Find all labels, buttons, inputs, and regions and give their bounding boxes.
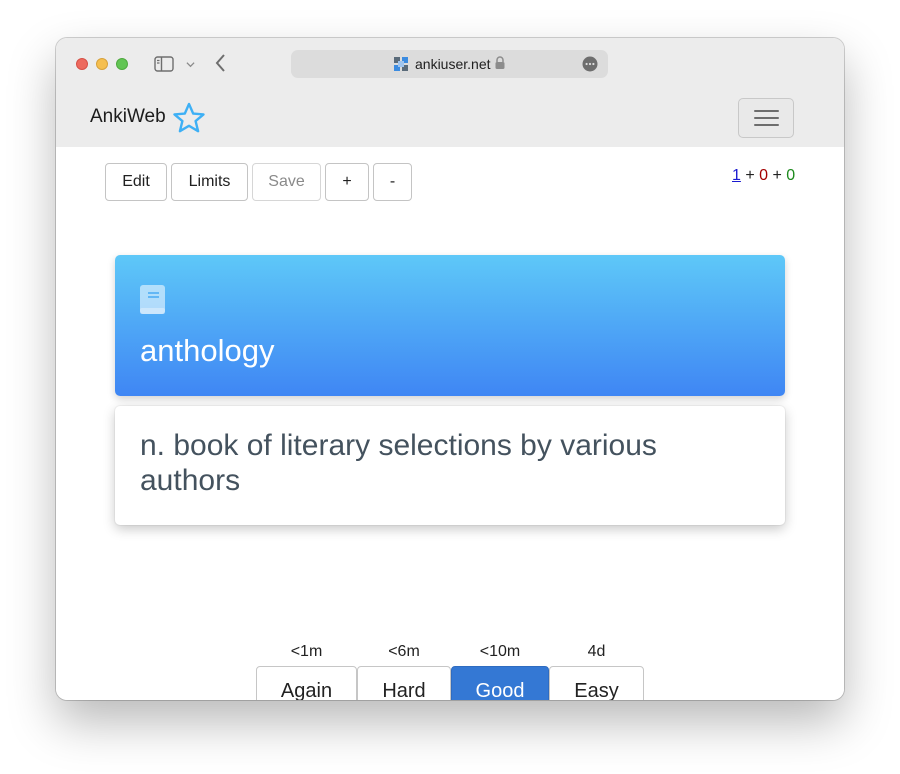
easy-interval: 4d (587, 643, 606, 660)
hard-interval: <6m (388, 643, 420, 660)
card-back: n. book of literary selections by variou… (115, 406, 785, 525)
again-column: <1m (256, 643, 357, 665)
card-back-text: n. book of literary selections by variou… (140, 429, 657, 497)
count-separator: + (768, 167, 787, 184)
menu-line (754, 124, 779, 126)
easy-button[interactable]: Easy (549, 666, 644, 700)
edit-button[interactable]: Edit (105, 163, 167, 201)
browser-window: ankiuser.net AnkiWeb Edit Limits Save + … (56, 38, 844, 700)
brand-link[interactable]: AnkiWeb (90, 106, 166, 128)
close-window-button[interactable] (76, 58, 88, 70)
good-interval: <10m (479, 643, 521, 660)
sidebar-toggle-icon[interactable] (154, 56, 174, 72)
url-text: ankiuser.net (415, 56, 491, 72)
good-button[interactable]: Good (451, 666, 549, 700)
learning-count: 0 (759, 167, 769, 184)
browser-titlebar: ankiuser.net (56, 38, 844, 90)
zoom-window-button[interactable] (116, 58, 128, 70)
study-area: Edit Limits Save + - 1 + 0 + 0 anthology… (56, 147, 844, 700)
site-navbar: AnkiWeb (56, 90, 844, 147)
menu-line (754, 110, 779, 112)
minimize-window-button[interactable] (96, 58, 108, 70)
due-counts: 1 + 0 + 0 (732, 167, 795, 185)
card-front-text: anthology (140, 333, 275, 368)
good-column: <10m (451, 643, 549, 665)
menu-toggle-button[interactable] (738, 98, 794, 138)
review-count: 0 (786, 167, 796, 184)
again-interval: <1m (290, 643, 323, 660)
easy-column: 4d (549, 643, 644, 665)
star-icon (173, 102, 205, 133)
lock-icon (495, 56, 505, 69)
menu-line (754, 117, 779, 119)
save-button[interactable]: Save (252, 163, 321, 201)
hard-button[interactable]: Hard (357, 666, 451, 700)
more-options-icon[interactable] (582, 56, 598, 72)
book-icon (140, 285, 165, 314)
address-bar[interactable]: ankiuser.net (291, 50, 608, 78)
anki-site-icon (394, 57, 408, 71)
new-count[interactable]: 1 (732, 167, 741, 184)
increase-font-button[interactable]: + (325, 163, 369, 201)
count-separator: + (740, 167, 760, 184)
back-arrow-icon[interactable] (214, 53, 228, 73)
again-button[interactable]: Again (256, 666, 357, 700)
decrease-font-button[interactable]: - (373, 163, 412, 201)
card-front: anthology (115, 255, 785, 396)
chevron-down-icon[interactable] (186, 60, 195, 69)
hard-column: <6m (357, 643, 451, 665)
limits-button[interactable]: Limits (171, 163, 248, 201)
